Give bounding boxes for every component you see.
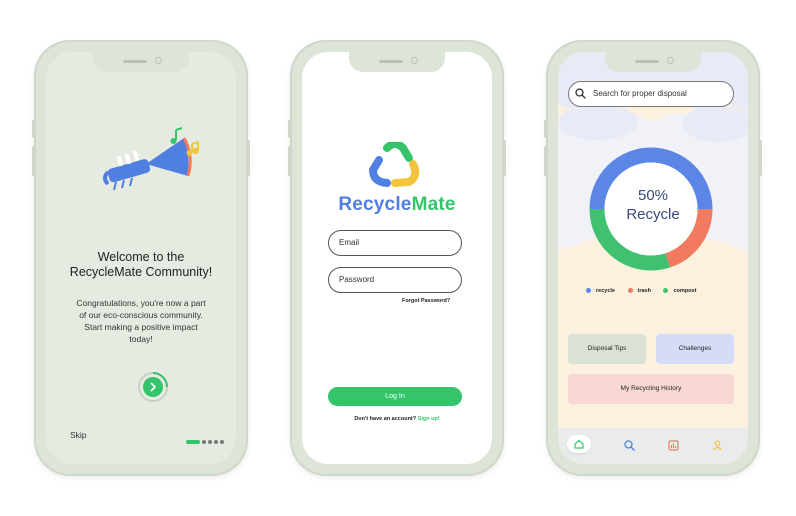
donut-percent: 50% [637, 187, 669, 204]
nav-home[interactable] [567, 435, 591, 453]
home-screen: Search for proper disposal 50% Recycle re… [558, 52, 748, 464]
bottom-nav [558, 428, 748, 464]
login-screen: RecycleMate Email Password Forgot Passwo… [302, 52, 492, 464]
disposal-tips-button[interactable]: Disposal Tips [568, 334, 646, 364]
phone-welcome: Welcome to the RecycleMate Community! Co… [32, 40, 250, 476]
email-field[interactable]: Email [328, 230, 462, 256]
phone-login: RecycleMate Email Password Forgot Passwo… [288, 40, 506, 476]
password-field[interactable]: Password [328, 267, 462, 293]
skip-button[interactable]: Skip [70, 430, 87, 440]
search-icon [575, 88, 586, 99]
donut-label: Recycle [626, 206, 680, 223]
phone-notch [349, 52, 445, 72]
home-icon [574, 439, 584, 449]
recycling-history-button[interactable]: My Recycling History [568, 374, 734, 404]
legend-label: trash [637, 288, 651, 294]
page-dot [214, 439, 218, 444]
chart-legend: recycle trash compost [586, 288, 707, 294]
phone-notch [605, 52, 701, 72]
page-dot [220, 439, 224, 444]
app-brand-name: RecycleMate [302, 194, 492, 216]
forgot-password-link[interactable]: Forgot Password? [402, 298, 450, 304]
legend-label: recycle [596, 288, 615, 294]
welcome-title: Welcome to the RecycleMate Community! [69, 250, 213, 279]
search-icon[interactable] [624, 440, 635, 451]
donut-center-label: 50% Recycle [558, 186, 748, 224]
legend-label: compost [673, 288, 697, 294]
page-dot [202, 439, 206, 444]
legend-item-recycle: recycle [586, 288, 615, 294]
next-button[interactable] [143, 377, 163, 397]
brand-part1: Recycle [338, 194, 412, 215]
trumpet-illustration [103, 127, 199, 191]
login-button[interactable]: Log In [328, 387, 462, 406]
signup-link[interactable]: Sign up! [418, 416, 440, 422]
chevron-right-icon [150, 382, 156, 392]
brand-part2: Mate [411, 194, 456, 215]
page-dot [208, 439, 212, 444]
page-dot-active [186, 439, 200, 444]
phone-notch [93, 52, 189, 72]
signup-prompt-text: Don't have an account? [354, 416, 417, 422]
recycle-logo-icon [369, 142, 420, 187]
profile-icon[interactable] [712, 440, 723, 451]
search-input[interactable]: Search for proper disposal [568, 81, 734, 107]
challenges-button[interactable]: Challenges [656, 334, 734, 364]
legend-item-compost: compost [663, 288, 696, 294]
signup-prompt: Don't have an account? Sign up! [302, 416, 492, 422]
welcome-screen: Welcome to the RecycleMate Community! Co… [46, 52, 236, 464]
chart-icon[interactable] [668, 440, 679, 451]
welcome-message: Congratulations, you're now a part of ou… [76, 298, 206, 344]
page-indicator [186, 433, 226, 451]
phone-home: Search for proper disposal 50% Recycle re… [544, 40, 762, 476]
legend-item-trash: trash [627, 288, 651, 294]
